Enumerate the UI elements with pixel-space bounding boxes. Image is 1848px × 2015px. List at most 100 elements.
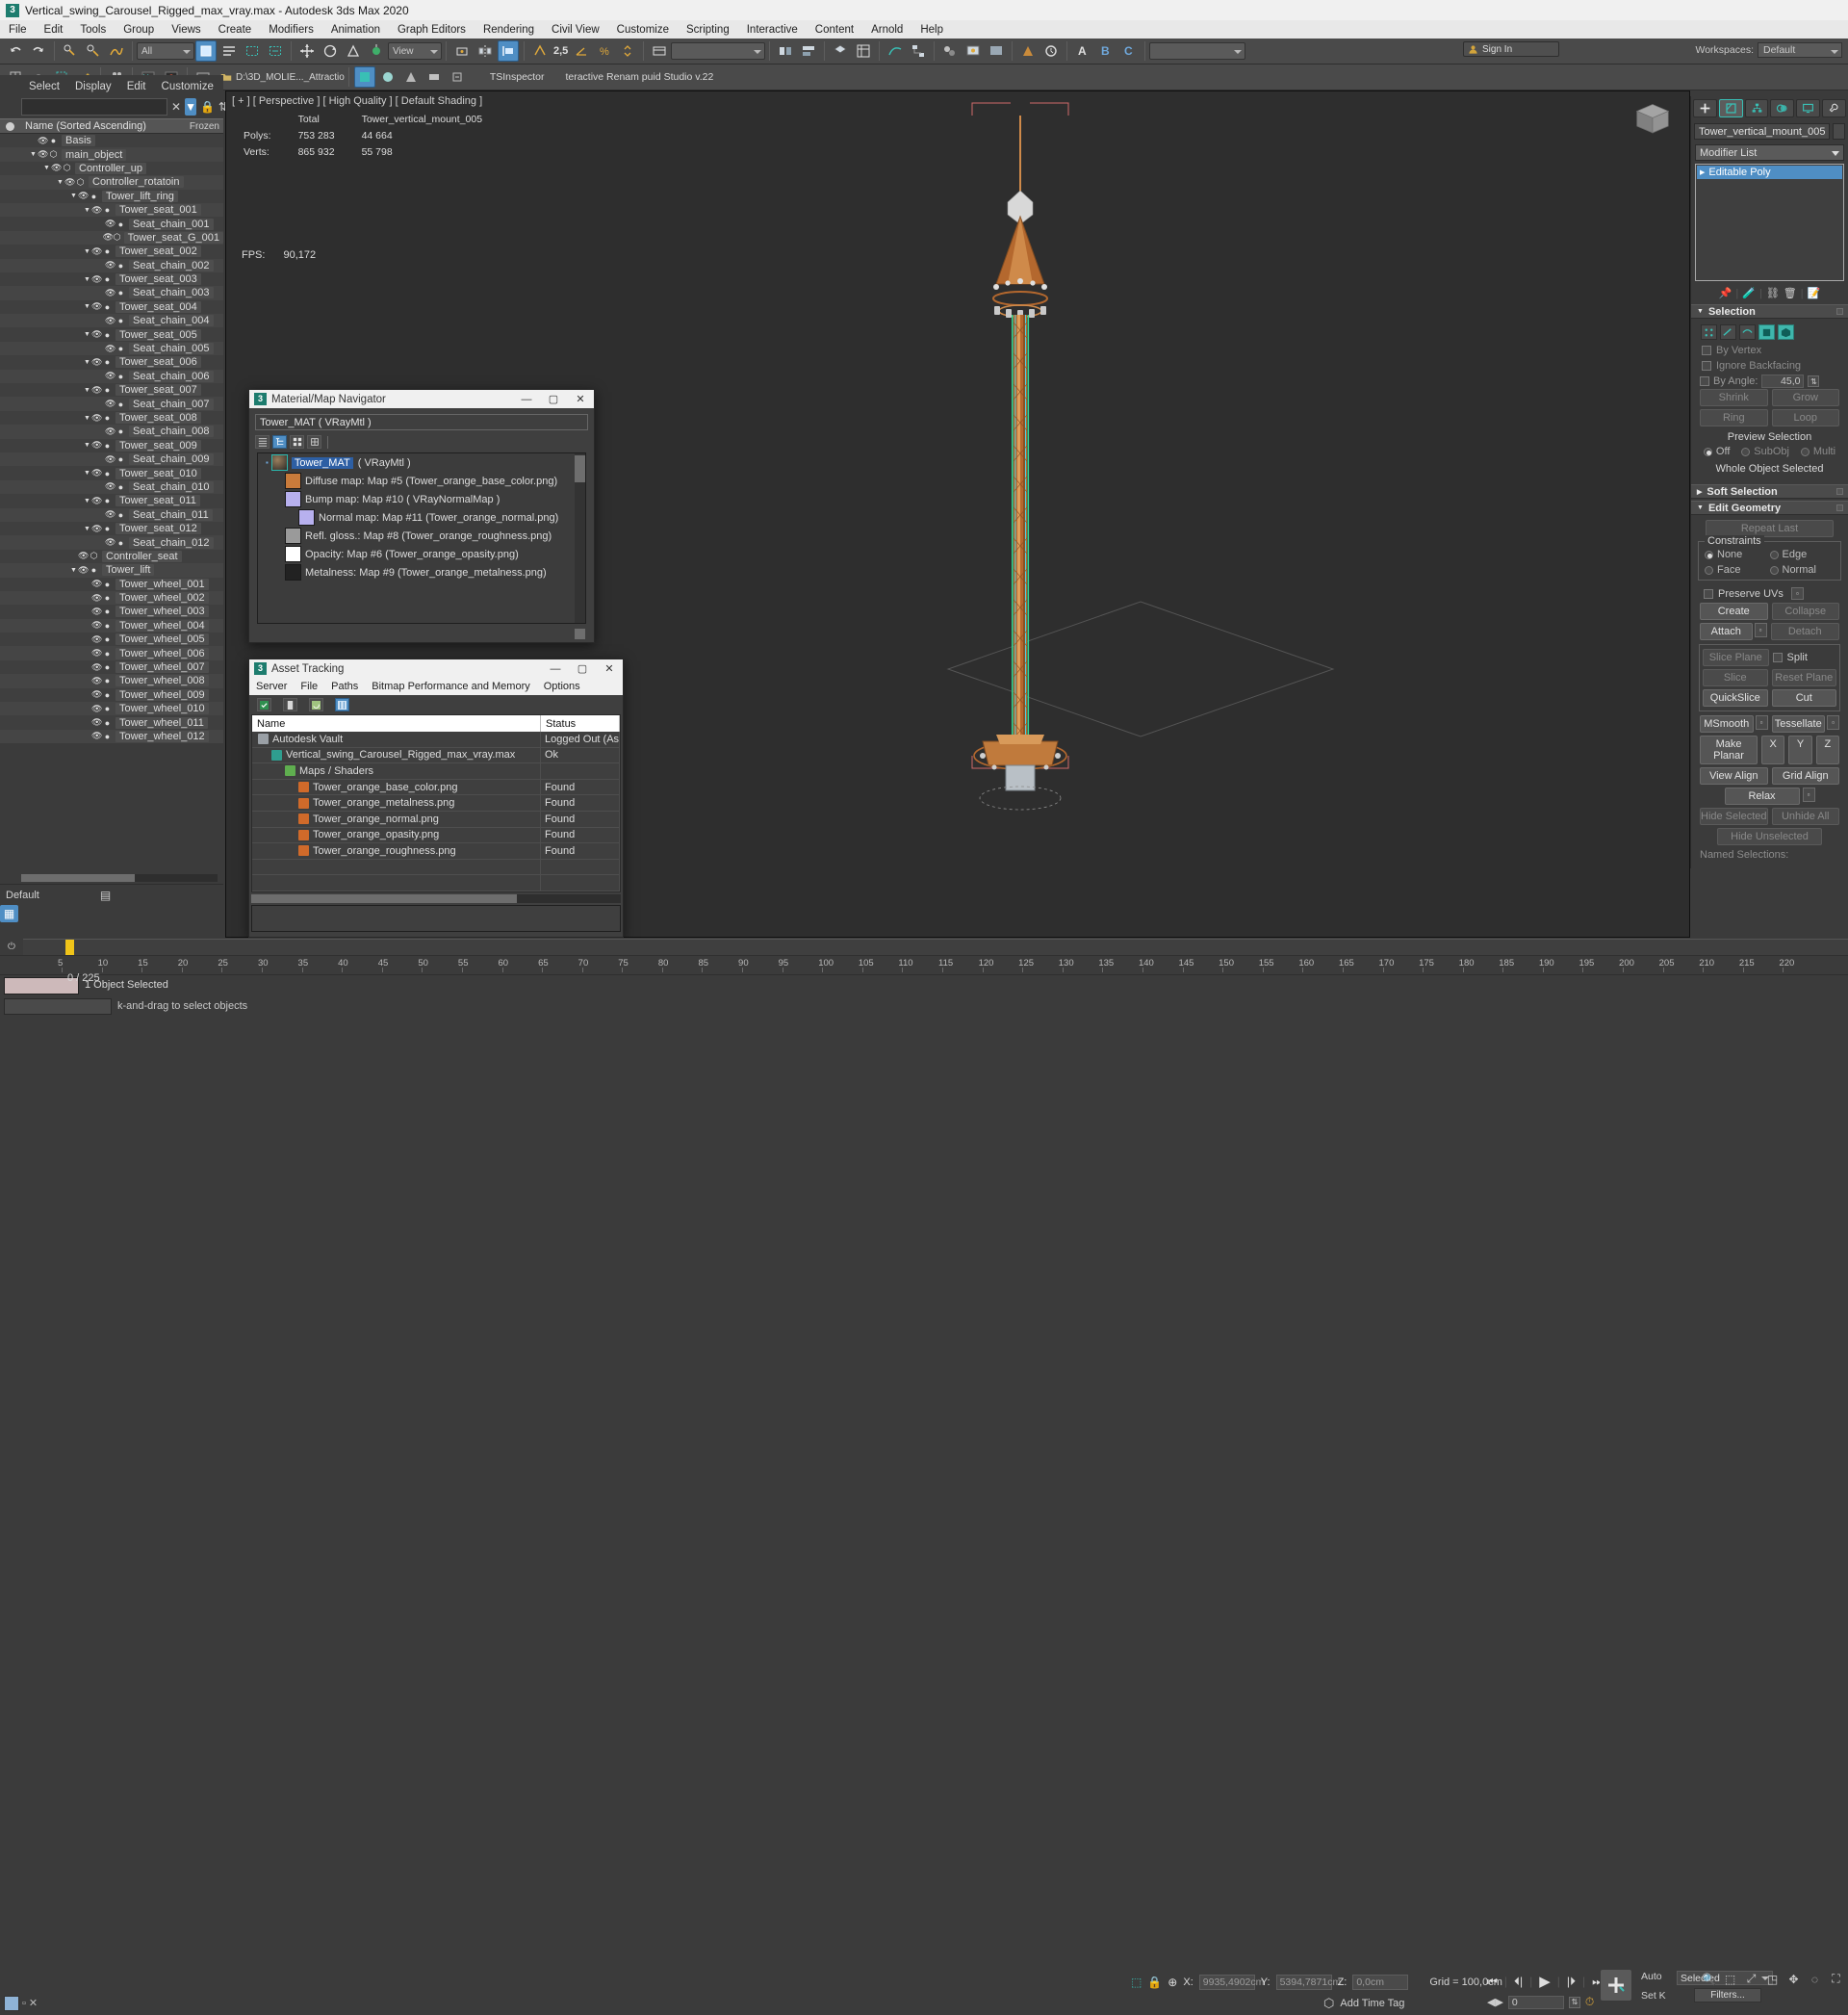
slice-button[interactable]: Slice xyxy=(1703,669,1768,686)
show-end-result-icon[interactable]: 🧪 xyxy=(1742,287,1756,299)
explorer-node[interactable]: 👁●Seat_chain_007 xyxy=(0,397,223,410)
matnav-map-row[interactable]: Bump map: Map #10 ( VRayNormalMap ) xyxy=(258,490,585,508)
assettrack-toolbar[interactable] xyxy=(249,695,623,714)
key-mode-toggle-icon[interactable]: ◀▶ xyxy=(1487,1996,1503,2008)
unlink-icon[interactable] xyxy=(83,40,104,62)
assettrack-row[interactable]: Tower_orange_metalness.pngFound xyxy=(252,795,620,812)
explorer-node[interactable]: ▼👁●Tower_seat_004 xyxy=(0,300,223,314)
constraint-normal-radio[interactable]: Normal xyxy=(1770,564,1835,576)
collapse-triangle-icon[interactable]: ▼ xyxy=(83,470,91,477)
timeline-track[interactable] xyxy=(23,939,1848,955)
current-frame-spinner[interactable]: ⇅ xyxy=(1569,1997,1580,2008)
add-time-tag[interactable]: ⬡ Add Time Tag xyxy=(1323,1996,1404,2011)
object-color-swatch[interactable] xyxy=(1833,123,1845,140)
angle-snap-icon[interactable] xyxy=(571,40,592,62)
text-a-icon[interactable]: A xyxy=(1072,40,1093,62)
view-list-icon[interactable] xyxy=(255,435,270,449)
timeline-ruler[interactable]: 5101520253035404550556065707580859095100… xyxy=(0,955,1848,972)
set-key-button[interactable] xyxy=(1600,1969,1632,2002)
explorer-node[interactable]: 👁●Seat_chain_011 xyxy=(0,508,223,522)
explorer-node[interactable]: 👁●Tower_wheel_009 xyxy=(0,688,223,702)
hide-unselected-button[interactable]: Hide Unselected xyxy=(1717,828,1822,845)
collapse-triangle-icon[interactable]: ▼ xyxy=(83,442,91,449)
collapse-triangle-icon[interactable]: ▼ xyxy=(29,151,38,158)
collapse-triangle-icon[interactable]: ▼ xyxy=(83,207,91,214)
explorer-footer[interactable]: Default ▤ xyxy=(0,884,223,905)
remove-modifier-icon[interactable]: 🗑 xyxy=(1784,287,1797,299)
rollout-selection[interactable]: ▼ Selection By Vertex Ignore Backfacing … xyxy=(1691,304,1848,482)
visibility-eye-icon[interactable]: 👁 xyxy=(105,399,116,409)
script-tag-bar[interactable]: ▫ ✕ xyxy=(0,1991,125,2015)
select-and-scale-icon[interactable] xyxy=(343,40,364,62)
explorer-menu[interactable]: SelectDisplayEditCustomize xyxy=(0,75,223,96)
constraint-edge-radio[interactable]: Edge xyxy=(1770,549,1835,560)
explorer-node[interactable]: 👁●Tower_wheel_006 xyxy=(0,646,223,659)
tab-display[interactable] xyxy=(1796,99,1820,117)
assettrack-hscrollbar[interactable] xyxy=(251,894,621,903)
visibility-eye-icon[interactable]: 👁 xyxy=(91,468,102,478)
explorer-node[interactable]: 👁●Basis xyxy=(0,134,223,147)
explorer-node[interactable]: 👁⬡Controller_seat xyxy=(0,550,223,563)
set-key-label[interactable]: Set K xyxy=(1641,1990,1666,2002)
menu-item-interactive[interactable]: Interactive xyxy=(738,22,807,38)
assettrack-row[interactable]: Tower_orange_normal.pngFound xyxy=(252,812,620,828)
element-subobject-icon[interactable] xyxy=(1778,324,1794,340)
edit-named-selection-icon[interactable] xyxy=(649,40,670,62)
explorer-menu-edit[interactable]: Edit xyxy=(119,79,154,94)
visibility-eye-icon[interactable]: 👁 xyxy=(38,149,48,160)
time-configuration-icon[interactable]: ⏱ xyxy=(1585,1995,1594,2009)
visibility-eye-icon[interactable]: 👁 xyxy=(91,620,102,631)
auto-key-label[interactable]: Auto xyxy=(1641,1971,1662,1982)
explorer-node[interactable]: ▼👁●Tower_seat_008 xyxy=(0,411,223,425)
matnav-tree[interactable]: ▪ Tower_MAT ( VRayMtl ) Diffuse map: Map… xyxy=(257,452,586,624)
explorer-node[interactable]: ▼👁●Tower_seat_005 xyxy=(0,327,223,341)
tool-tab-1-icon[interactable] xyxy=(354,66,375,88)
create-button[interactable]: Create xyxy=(1700,603,1768,620)
explorer-node[interactable]: 👁●Seat_chain_005 xyxy=(0,342,223,355)
use-pivot-center-icon[interactable] xyxy=(451,40,473,62)
previous-frame-icon[interactable]: ⏴| xyxy=(1514,1975,1523,1989)
visibility-eye-icon[interactable]: 👁 xyxy=(91,357,102,368)
collapse-triangle-icon[interactable]: ▼ xyxy=(83,387,91,394)
object-name-field[interactable]: Tower_vertical_mount_005 xyxy=(1694,123,1830,140)
spinner-snap-icon[interactable] xyxy=(617,40,638,62)
snaps-toggle-icon[interactable] xyxy=(529,40,551,62)
reference-coord-combo[interactable]: View xyxy=(388,42,442,60)
text-b-icon[interactable]: B xyxy=(1095,40,1116,62)
ignore-backfacing-checkbox[interactable]: Ignore Backfacing xyxy=(1696,358,1807,374)
assettrack-maximize-icon[interactable]: ▢ xyxy=(569,659,596,678)
pan-icon[interactable]: ✥ xyxy=(1785,1971,1802,1987)
explorer-node[interactable]: 👁●Seat_chain_008 xyxy=(0,425,223,438)
constraint-none-radio[interactable]: None xyxy=(1705,549,1770,560)
select-object-icon[interactable] xyxy=(195,40,217,62)
viewport-label[interactable]: [ + ] [ Perspective ] [ High Quality ] [… xyxy=(232,95,482,107)
coord-x-field[interactable]: 9935,4902cm xyxy=(1199,1975,1255,1990)
main-toolbar[interactable]: All View 2,5 % xyxy=(0,39,1848,65)
collapse-triangle-icon[interactable]: ▼ xyxy=(83,415,91,422)
explorer-node[interactable]: ▼👁⬡Controller_rotatoin xyxy=(0,175,223,189)
render-production-icon[interactable] xyxy=(1017,40,1039,62)
visibility-eye-icon[interactable]: 👁 xyxy=(91,246,102,257)
assettrack-row[interactable]: Tower_orange_base_color.pngFound xyxy=(252,780,620,796)
matnav-map-row[interactable]: Opacity: Map #6 (Tower_orange_opasity.pn… xyxy=(258,545,585,563)
subobject-level-buttons[interactable] xyxy=(1696,322,1843,343)
make-planar-x-button[interactable]: X xyxy=(1761,736,1784,764)
border-subobject-icon[interactable] xyxy=(1739,324,1756,340)
matnav-maximize-icon[interactable]: ▢ xyxy=(540,390,567,408)
tessellate-settings-icon[interactable]: ▫ xyxy=(1827,715,1839,730)
menu-item-tools[interactable]: Tools xyxy=(71,22,115,38)
pin-stack-icon[interactable]: 📌 xyxy=(1719,287,1732,299)
assettrack-row[interactable]: Maps / Shaders xyxy=(252,763,620,780)
explorer-node[interactable]: 👁●Seat_chain_004 xyxy=(0,314,223,327)
explorer-node[interactable]: 👁●Seat_chain_006 xyxy=(0,370,223,383)
lock-icon[interactable]: 🔒 xyxy=(200,98,215,116)
transform-type-in[interactable]: ⬚ 🔒 ⊕ X: 9935,4902cm Y: 5394,7871cm Z: 0… xyxy=(1131,1975,1502,1990)
matnav-resize-grip[interactable] xyxy=(575,629,585,639)
command-panel[interactable]: Tower_vertical_mount_005 Modifier List ▶… xyxy=(1690,96,1848,868)
shrink-button[interactable]: Shrink xyxy=(1700,389,1768,406)
visibility-eye-icon[interactable]: 👁 xyxy=(91,607,102,617)
preview-subobj-radio[interactable]: SubObj xyxy=(1741,446,1789,457)
explorer-node[interactable]: ▼👁●Tower_seat_001 xyxy=(0,203,223,217)
visibility-eye-icon[interactable]: 👁 xyxy=(91,205,102,216)
explorer-node[interactable]: ▼👁●Tower_seat_003 xyxy=(0,272,223,286)
